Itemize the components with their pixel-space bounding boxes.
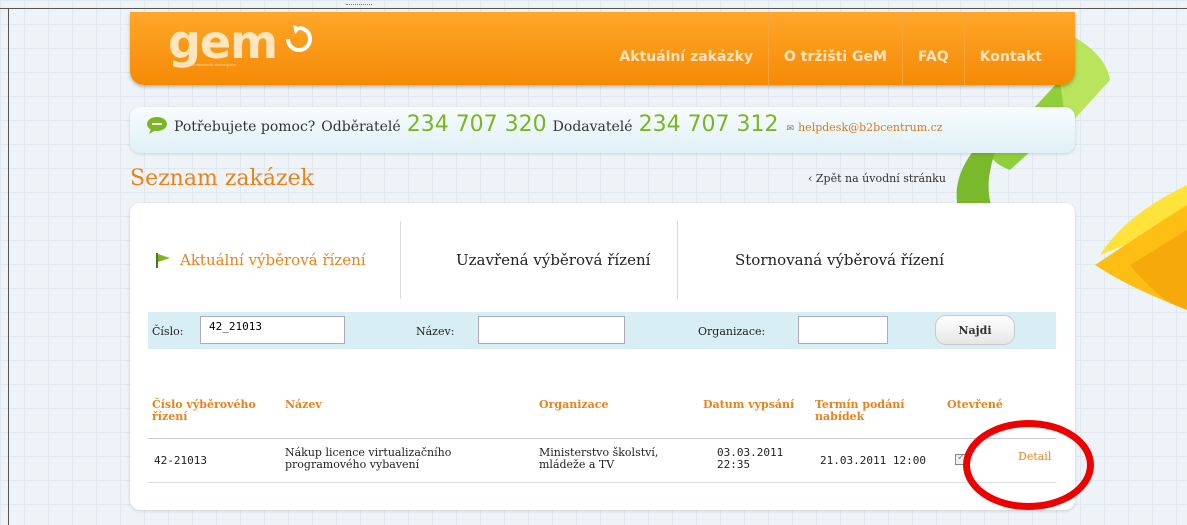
tab-cancelled[interactable]: Stornovaná výběrová řízení bbox=[735, 221, 944, 299]
tab-current-label: Aktuální výběrová řízení bbox=[180, 251, 366, 269]
header-divider bbox=[148, 438, 1056, 439]
back-link[interactable]: ‹ Zpět na úvodní stránku bbox=[808, 172, 946, 185]
cell-published: 03.03.2011 22:35 bbox=[717, 446, 784, 471]
main-nav: Aktuální zakázky O tržišti GeM FAQ Konta… bbox=[604, 12, 1057, 85]
col-header-published: Datum vypsání bbox=[703, 398, 795, 411]
window-left-border bbox=[8, 8, 9, 525]
nav-about[interactable]: O tržišti GeM bbox=[768, 12, 902, 85]
name-label: Název: bbox=[416, 325, 455, 338]
chat-bubble-icon bbox=[147, 116, 167, 134]
help-question: Potřebujete pomoc? bbox=[174, 119, 316, 135]
tender-tabs: Aktuální výběrová řízení Uzavřená výběro… bbox=[130, 221, 1075, 299]
organization-input[interactable] bbox=[798, 316, 888, 344]
cell-deadline: 21.03.2011 12:00 bbox=[820, 454, 926, 467]
cell-number: 42-21013 bbox=[154, 454, 207, 467]
tab-divider bbox=[400, 221, 401, 299]
yellow-swoosh-decoration bbox=[1095, 185, 1187, 310]
col-header-open: Otevřené bbox=[947, 398, 1003, 411]
suppliers-phone: 234 707 312 bbox=[638, 112, 779, 137]
site-header: gem government electronic marketplace Ak… bbox=[130, 12, 1075, 85]
nav-contact[interactable]: Kontakt bbox=[963, 12, 1057, 85]
refresh-arrow-icon bbox=[286, 25, 312, 52]
tab-closed[interactable]: Uzavřená výběrová řízení bbox=[456, 221, 650, 299]
tender-list-panel: Aktuální výběrová řízení Uzavřená výběro… bbox=[130, 203, 1075, 510]
number-label: Číslo: bbox=[152, 325, 184, 338]
col-header-organization: Organizace bbox=[539, 398, 609, 411]
col-header-name: Název bbox=[285, 398, 322, 411]
organization-label: Organizace: bbox=[698, 325, 766, 338]
suppliers-label: Dodavatelé bbox=[552, 119, 633, 135]
search-bar: Číslo: 42_21013 Název: Organizace: Najdi bbox=[148, 312, 1056, 349]
cursor-mark bbox=[346, 4, 372, 7]
window-top-border bbox=[0, 8, 1187, 9]
page-title: Seznam zakázek bbox=[130, 166, 314, 191]
tab-divider bbox=[677, 221, 678, 299]
nav-faq[interactable]: FAQ bbox=[901, 12, 964, 85]
tab-current[interactable]: Aktuální výběrová řízení bbox=[154, 221, 366, 299]
cell-name: Nákup licence virtualizačního programové… bbox=[285, 446, 452, 471]
col-header-deadline: Termín podání nabídek bbox=[815, 398, 905, 423]
nav-current-tenders[interactable]: Aktuální zakázky bbox=[604, 12, 768, 85]
row-divider bbox=[148, 482, 1056, 483]
flag-icon bbox=[156, 253, 170, 268]
red-highlight-circle bbox=[963, 420, 1094, 510]
helpdesk-email-link[interactable]: helpdesk@b2bcentrum.cz bbox=[798, 121, 943, 134]
search-button[interactable]: Najdi bbox=[935, 315, 1015, 345]
col-header-number: Číslo výběrového řízení bbox=[152, 398, 256, 423]
cell-organization: Ministerstvo školství, mládeže a TV bbox=[539, 446, 659, 471]
number-input[interactable]: 42_21013 bbox=[200, 316, 345, 344]
buyers-label: Odběratelé bbox=[321, 119, 401, 135]
buyers-phone: 234 707 320 bbox=[406, 112, 547, 137]
envelope-icon: ✉ bbox=[786, 124, 795, 134]
logo-tagline: government electronic marketplace bbox=[174, 62, 237, 67]
logo-text: gem bbox=[168, 15, 278, 69]
name-input[interactable] bbox=[478, 316, 625, 344]
gem-logo[interactable]: gem government electronic marketplace bbox=[168, 15, 312, 69]
help-bar: Potřebujete pomoc? Odběratelé 234 707 32… bbox=[130, 107, 1075, 153]
